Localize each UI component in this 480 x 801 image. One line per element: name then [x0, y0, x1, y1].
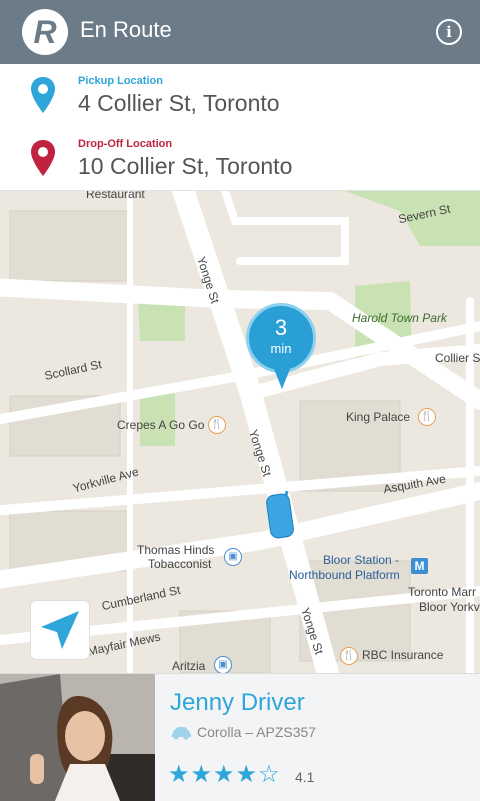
restaurant-icon[interactable]: 🍴 — [208, 416, 226, 434]
map-view[interactable]: Restaurant Severn St Yonge St Harold Tow… — [0, 191, 480, 673]
map-label-thomas-hinds-1: Thomas Hinds — [137, 543, 215, 557]
driver-photo — [0, 674, 155, 801]
logo-letter: R — [33, 14, 57, 50]
driver-rating-value: 4.1 — [295, 769, 315, 785]
map-label-aritzia: Aritzia — [172, 659, 206, 673]
navigation-arrow-icon — [41, 611, 79, 649]
star-filled-icon: ★★★★ — [168, 761, 259, 788]
map-label-rbc: RBC Insurance — [362, 648, 444, 662]
eta-value: 3 — [274, 315, 288, 340]
driver-avatar-image — [0, 674, 155, 801]
app-header: R En Route i — [0, 0, 480, 64]
eta-pointer — [274, 369, 290, 389]
dropoff-pin-icon — [31, 140, 55, 176]
map-label-bloor-york: Bloor Yorkv — [419, 600, 480, 614]
driver-rating-stars: ★★★★☆ — [168, 760, 281, 789]
map-label-bloor-1: Bloor Station - — [323, 553, 400, 567]
shop-icon[interactable]: ▣ — [214, 656, 232, 673]
eta-unit: min — [270, 341, 292, 356]
map-label-toronto-marr: Toronto Marr — [408, 585, 477, 599]
shop-icon[interactable]: ▣ — [224, 548, 242, 566]
map-label-restaurant: Restaurant — [86, 191, 145, 201]
dropoff-label: Drop-Off Location — [78, 138, 173, 150]
restaurant-icon[interactable]: 🍴 — [340, 647, 358, 665]
map-label-collier: Collier St — [435, 351, 480, 365]
map-label-crepes: Crepes A Go Go — [117, 418, 205, 432]
driver-panel[interactable]: Jenny Driver Corolla – APZS357 ★★★★☆ 4.1 — [0, 673, 480, 801]
map-label-bloor-2: Northbound Platform — [289, 568, 400, 582]
dropoff-location-row[interactable]: Drop-Off Location 10 Collier St, Toronto — [0, 127, 480, 191]
pickup-pin-icon — [31, 77, 55, 113]
car-icon — [171, 727, 191, 740]
app-logo: R — [22, 9, 68, 55]
pickup-label: Pickup Location — [78, 75, 163, 87]
map-label-thomas-hinds-2: Tobacconist — [148, 557, 212, 571]
info-icon[interactable]: i — [436, 19, 462, 45]
dropoff-address: 10 Collier St, Toronto — [78, 153, 293, 179]
map-label-harold-park: Harold Town Park — [352, 311, 447, 325]
pickup-location-row[interactable]: Pickup Location 4 Collier St, Toronto — [0, 64, 480, 128]
restaurant-icon[interactable]: 🍴 — [418, 408, 436, 426]
pickup-address: 4 Collier St, Toronto — [78, 90, 280, 116]
metro-icon[interactable]: M — [411, 558, 428, 574]
page-title: En Route — [80, 17, 172, 42]
driver-name: Jenny Driver — [170, 689, 305, 716]
eta-bubble[interactable]: 3 min — [246, 303, 316, 373]
map-label-king-palace: King Palace — [346, 410, 411, 424]
driver-car: Corolla – APZS357 — [197, 724, 317, 740]
star-empty-icon: ☆ — [258, 761, 281, 788]
my-location-button[interactable] — [30, 600, 90, 660]
